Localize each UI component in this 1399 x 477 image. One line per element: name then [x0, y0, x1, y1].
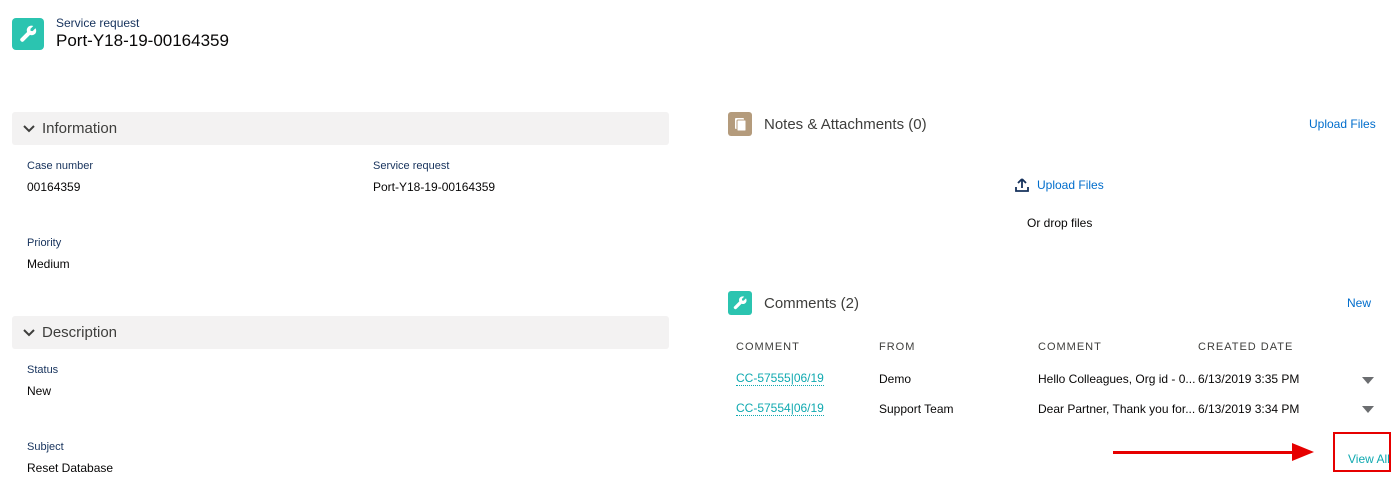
- status-value: New: [27, 384, 52, 398]
- section-title: Description: [42, 324, 118, 341]
- upload-files-button[interactable]: Upload Files: [1015, 178, 1104, 192]
- wrench-icon: [20, 25, 37, 42]
- subject-value: Reset Database: [27, 461, 114, 475]
- notes-attachments-title[interactable]: Notes & Attachments (0): [764, 116, 927, 133]
- status-label: Status: [27, 364, 59, 376]
- notes-icon: [728, 112, 752, 136]
- column-header-comment[interactable]: COMMENT: [736, 341, 800, 353]
- information-section-header[interactable]: Information: [12, 112, 669, 145]
- comments-title[interactable]: Comments (2): [764, 295, 859, 312]
- comment-text: Dear Partner, Thank you for...: [1038, 402, 1196, 416]
- description-section-header[interactable]: Description: [12, 316, 669, 349]
- page-title: Port-Y18-19-00164359: [56, 31, 229, 50]
- case-number-value: 00164359: [27, 180, 81, 194]
- wrench-icon: [733, 296, 747, 310]
- new-comment-button[interactable]: New: [1347, 296, 1371, 310]
- upload-files-header-link[interactable]: Upload Files: [1309, 117, 1376, 131]
- comment-created-date: 6/13/2019 3:35 PM: [1198, 372, 1300, 386]
- row-actions-dropdown-icon[interactable]: [1362, 406, 1374, 413]
- priority-label: Priority: [27, 237, 62, 249]
- service-request-icon: [12, 18, 44, 50]
- subject-label: Subject: [27, 441, 64, 453]
- view-all-link[interactable]: View All: [1348, 452, 1390, 466]
- file-icon: [735, 118, 747, 132]
- comment-text: Hello Colleagues, Org id - 0...: [1038, 372, 1196, 386]
- upload-files-label[interactable]: Upload Files: [1037, 178, 1104, 192]
- comment-created-date: 6/13/2019 3:34 PM: [1198, 402, 1300, 416]
- comments-icon: [728, 291, 752, 315]
- comment-from: Support Team: [879, 402, 954, 416]
- record-type-label: Service request: [56, 16, 140, 30]
- comment-id-link[interactable]: CC-57555|06/19: [736, 371, 824, 386]
- section-title: Information: [42, 120, 118, 137]
- case-number-label: Case number: [27, 160, 94, 172]
- column-header-comment-text[interactable]: COMMENT: [1038, 341, 1102, 353]
- comment-id-link[interactable]: CC-57554|06/19: [736, 401, 824, 416]
- drop-files-text: Or drop files: [1027, 216, 1093, 230]
- comment-from: Demo: [879, 372, 912, 386]
- column-header-created-date[interactable]: CREATED DATE: [1198, 341, 1293, 353]
- upload-icon: [1015, 178, 1029, 192]
- service-request-label: Service request: [373, 160, 450, 172]
- chevron-down-icon: [22, 326, 36, 340]
- annotation-arrow-head: [1292, 443, 1314, 461]
- annotation-arrow-shaft: [1113, 451, 1293, 454]
- priority-value: Medium: [27, 257, 70, 271]
- column-header-from[interactable]: FROM: [879, 341, 915, 353]
- service-request-value: Port-Y18-19-00164359: [373, 180, 496, 194]
- chevron-down-icon: [22, 122, 36, 136]
- row-actions-dropdown-icon[interactable]: [1362, 377, 1374, 384]
